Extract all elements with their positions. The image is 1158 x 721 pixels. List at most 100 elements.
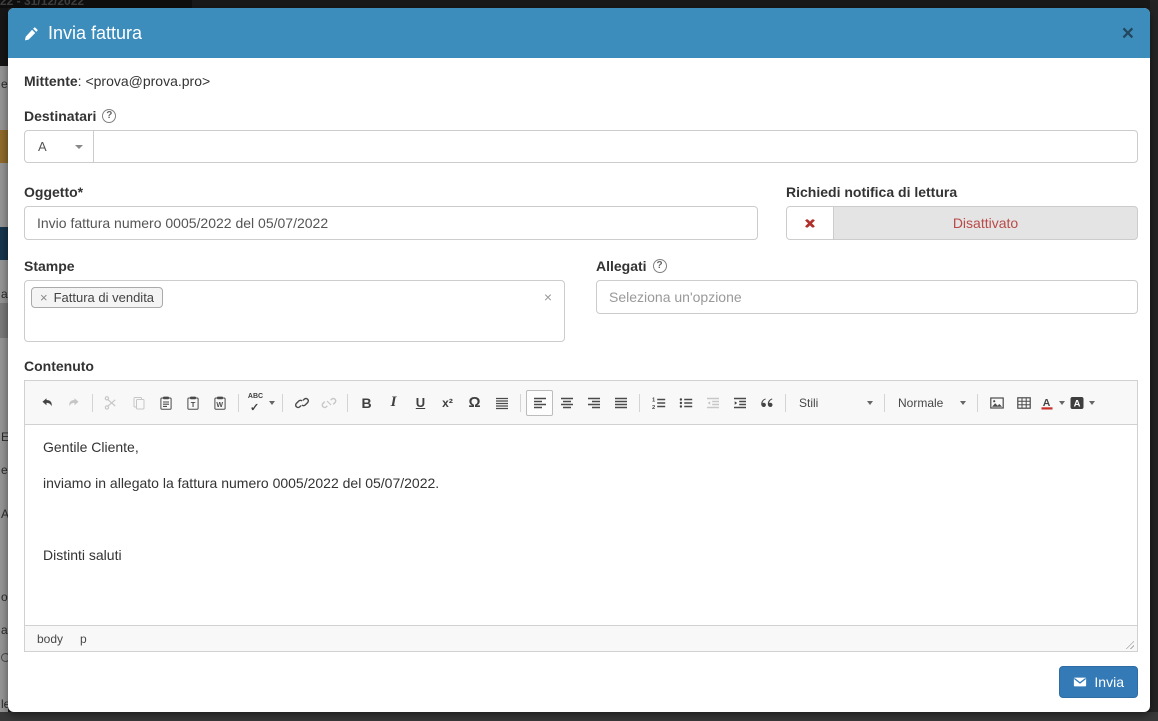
pencil-icon xyxy=(24,26,39,41)
modal-title: Invia fattura xyxy=(24,23,142,44)
attachments-select[interactable] xyxy=(596,280,1138,314)
paste-word-icon[interactable]: W xyxy=(206,390,233,416)
paste-text-icon[interactable]: T xyxy=(179,390,206,416)
chevron-down-icon xyxy=(1089,401,1095,405)
print-tag-label: Fattura di vendita xyxy=(54,290,154,305)
sender-label: Mittente xyxy=(24,73,78,89)
chevron-down-icon xyxy=(1059,401,1065,405)
read-receipt-group: Richiedi notifica di lettura × Disattiva… xyxy=(786,183,1138,240)
text-color-icon[interactable]: A xyxy=(1037,390,1067,416)
resize-grip[interactable] xyxy=(1123,638,1134,649)
content-label: Contenuto xyxy=(24,357,94,375)
styles-combo[interactable]: Stili xyxy=(791,390,879,415)
cut-icon xyxy=(98,390,125,416)
screen: 22 - 31/12/2022 eaEseAoale Invia fattura… xyxy=(0,0,1158,721)
backdrop-block xyxy=(0,130,8,163)
modal-body: Mittente: <prova@prova.pro> Destinatari … xyxy=(8,58,1150,710)
read-receipt-label: Richiedi notifica di lettura xyxy=(786,183,957,201)
svg-text:A: A xyxy=(1043,397,1051,409)
align-left-icon[interactable] xyxy=(526,390,553,416)
modal-footer: Invia xyxy=(24,652,1138,698)
recipients-label: Destinatari xyxy=(24,107,96,125)
horizontal-line-icon[interactable] xyxy=(488,390,515,416)
justify-icon[interactable] xyxy=(607,390,634,416)
editor-paragraph: Distinti saluti xyxy=(43,546,1119,565)
bulleted-list-icon[interactable] xyxy=(672,390,699,416)
toolbar-separator xyxy=(520,394,521,412)
unlink-icon xyxy=(315,390,342,416)
backdrop-help-icon-fragment xyxy=(1,653,8,662)
rich-text-editor: TW 12 Stili Normale A A Gentile Cliente,invia… xyxy=(24,380,1138,652)
recipient-type-value: A xyxy=(38,139,47,154)
prints-multiselect[interactable]: × Fattura di vendita × xyxy=(24,280,565,342)
numbered-list-icon[interactable]: 12 xyxy=(645,390,672,416)
tag-remove-icon[interactable]: × xyxy=(40,291,48,304)
toolbar-separator xyxy=(884,394,885,412)
envelope-icon xyxy=(1073,675,1087,689)
link-icon[interactable] xyxy=(288,390,315,416)
backdrop-date-fragment: 22 - 31/12/2022 xyxy=(0,0,192,8)
send-button-label: Invia xyxy=(1094,674,1124,690)
chevron-down-icon xyxy=(269,401,275,405)
align-center-icon[interactable] xyxy=(553,390,580,416)
backdrop-text-fragment: o xyxy=(1,590,8,604)
copy-icon xyxy=(125,390,152,416)
attachments-label: Allegati xyxy=(596,257,647,275)
close-icon[interactable]: × xyxy=(1122,23,1134,44)
indent-icon[interactable] xyxy=(726,390,753,416)
backdrop-bottom-strip xyxy=(0,712,1158,721)
bg-color-icon[interactable]: A xyxy=(1067,390,1097,416)
attachments-group: Allegati xyxy=(596,257,1138,342)
x-mark-icon: × xyxy=(805,215,815,232)
path-item-p[interactable]: p xyxy=(80,632,87,646)
image-icon[interactable] xyxy=(983,390,1010,416)
backdrop-text-fragment: a xyxy=(1,623,8,637)
undo-icon[interactable] xyxy=(33,390,60,416)
align-right-icon[interactable] xyxy=(580,390,607,416)
print-tag: × Fattura di vendita xyxy=(31,287,163,308)
subject-input[interactable] xyxy=(24,206,758,240)
editor-toolbar: TW 12 Stili Normale A A xyxy=(25,381,1137,425)
subject-label: Oggetto* xyxy=(24,183,83,201)
styles-combo-label: Stili xyxy=(799,396,818,410)
send-button[interactable]: Invia xyxy=(1059,666,1138,698)
svg-text:2: 2 xyxy=(652,404,655,410)
blockquote-icon[interactable] xyxy=(753,390,780,416)
spellcheck-icon[interactable] xyxy=(244,390,277,416)
toolbar-separator xyxy=(238,394,239,412)
editor-paragraph xyxy=(43,510,1119,529)
recipients-group: Destinatari A xyxy=(24,107,1138,163)
backdrop-text-fragment: le xyxy=(1,697,8,711)
clear-selection-icon[interactable]: × xyxy=(544,290,552,304)
path-item-body[interactable]: body xyxy=(37,632,63,646)
superscript-icon[interactable] xyxy=(434,390,461,416)
help-icon[interactable] xyxy=(102,109,116,123)
backdrop-text-fragment: Es xyxy=(1,430,8,444)
backdrop-text-fragment: A xyxy=(1,507,8,521)
format-combo-label: Normale xyxy=(898,396,943,410)
table-icon[interactable] xyxy=(1010,390,1037,416)
backdrop-block xyxy=(0,227,8,260)
recipients-input[interactable] xyxy=(93,130,1138,163)
backdrop-block xyxy=(0,8,8,66)
recipient-type-dropdown[interactable]: A xyxy=(24,130,94,163)
editor-paragraph: Gentile Cliente, xyxy=(43,438,1119,457)
toolbar-separator xyxy=(977,394,978,412)
prints-group: Stampe × Fattura di vendita × xyxy=(24,257,565,342)
special-char-icon[interactable] xyxy=(461,390,488,416)
redo-icon xyxy=(60,390,87,416)
prints-label: Stampe xyxy=(24,257,75,275)
bold-icon[interactable] xyxy=(353,390,380,416)
underline-icon[interactable] xyxy=(407,390,434,416)
editor-element-path: body p xyxy=(25,625,1137,651)
attachments-label-row: Allegati xyxy=(596,257,1138,275)
toggle-state-text: Disattivato xyxy=(834,207,1137,239)
paste-icon[interactable] xyxy=(152,390,179,416)
send-invoice-modal: Invia fattura × Mittente: <prova@prova.p… xyxy=(8,8,1150,712)
read-receipt-toggle[interactable]: × Disattivato xyxy=(786,206,1138,240)
modal-title-text: Invia fattura xyxy=(48,23,142,44)
editor-content[interactable]: Gentile Cliente,inviamo in allegato la f… xyxy=(25,425,1137,625)
format-combo[interactable]: Normale xyxy=(890,390,972,415)
italic-icon[interactable] xyxy=(380,390,407,416)
help-icon[interactable] xyxy=(653,259,667,273)
